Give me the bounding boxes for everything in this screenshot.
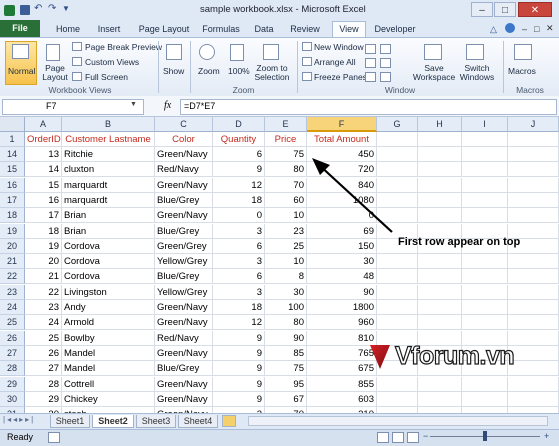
annotation-arrow [312,158,393,233]
insert-sheet-icon[interactable] [222,415,236,427]
horizontal-scrollbar[interactable] [248,416,548,426]
status-text: Ready [7,432,34,442]
zoom-in-icon[interactable]: + [544,431,549,441]
sheet-tab-sheet3[interactable]: Sheet3 [136,415,176,428]
annotation-text: First row appear on top [398,236,521,248]
zoom-out-icon[interactable]: − [423,431,428,441]
normal-view-status-icon[interactable] [377,432,389,443]
status-bar [0,429,559,446]
macro-record-icon[interactable] [48,432,60,443]
sheet-tab-sheet2[interactable]: Sheet2 [92,415,134,428]
sheet-nav-arrows-icon[interactable]: |◂◂▸▸| [3,415,35,424]
zoom-slider-thumb[interactable] [483,431,487,441]
watermark-text: Vforum.vn [394,341,515,370]
page-layout-status-icon[interactable] [392,432,404,443]
sheet-tab-sheet1[interactable]: Sheet1 [50,415,90,428]
page-break-status-icon[interactable] [407,432,419,443]
sheet-tab-sheet4[interactable]: Sheet4 [178,415,218,428]
